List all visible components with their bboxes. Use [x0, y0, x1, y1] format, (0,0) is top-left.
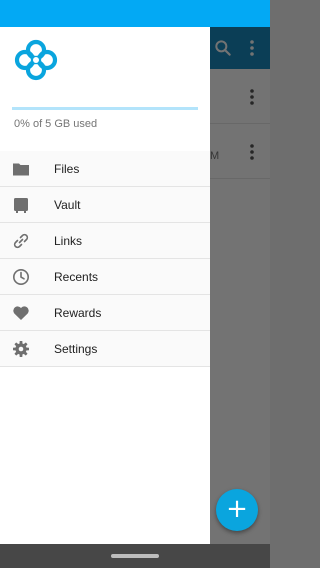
drawer-menu: Files Vault Links Recents Rewards Settin… [0, 151, 210, 367]
vault-icon [14, 198, 28, 213]
storage-usage-text: 0% of 5 GB used [14, 118, 98, 130]
drawer-item-label: Links [54, 234, 83, 248]
drawer-item-settings[interactable]: Settings [0, 331, 210, 367]
sync-logo [14, 39, 58, 81]
add-button[interactable]: + [216, 489, 258, 531]
folder-icon [13, 163, 29, 176]
drawer-item-files[interactable]: Files [0, 151, 210, 187]
drawer-header: 0% of 5 GB used [0, 27, 210, 151]
drawer-item-label: Vault [54, 198, 81, 212]
system-nav-bar [0, 544, 270, 568]
drawer-item-label: Rewards [54, 306, 102, 320]
drawer-item-rewards[interactable]: Rewards [0, 295, 210, 331]
home-gesture-handle[interactable] [111, 554, 159, 558]
link-icon [13, 233, 29, 249]
status-bar [0, 0, 270, 27]
heart-icon [13, 306, 29, 320]
drawer-item-recents[interactable]: Recents [0, 259, 210, 295]
drawer-item-label: Settings [54, 342, 98, 356]
clock-icon [13, 269, 29, 285]
navigation-drawer: 0% of 5 GB used Files Vault Links Recent… [0, 27, 210, 544]
plus-icon: + [226, 494, 248, 524]
drawer-item-vault[interactable]: Vault [0, 187, 210, 223]
gear-icon [13, 341, 29, 357]
drawer-item-label: Files [54, 162, 80, 176]
drawer-item-links[interactable]: Links [0, 223, 210, 259]
drawer-item-label: Recents [54, 270, 99, 284]
storage-progress-bar [12, 107, 198, 110]
